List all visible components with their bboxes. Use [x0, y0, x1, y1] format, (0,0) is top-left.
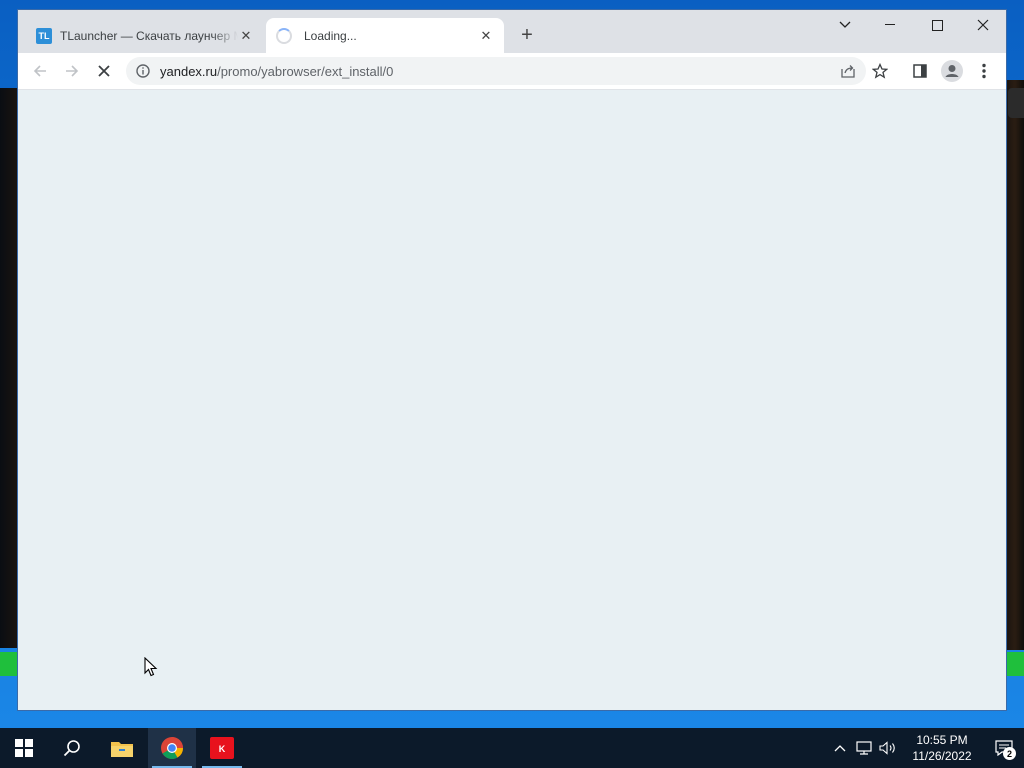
arrow-right-icon[interactable] [58, 57, 86, 85]
close-tab-icon[interactable]: ✕ [478, 28, 494, 44]
tab-title: Loading... [304, 28, 357, 43]
side-panel-icon[interactable] [906, 57, 934, 85]
profile-icon[interactable] [938, 57, 966, 85]
kebab-menu-icon[interactable] [970, 57, 998, 85]
share-icon[interactable] [834, 57, 862, 85]
address-bar[interactable]: yandex.ru/promo/yabrowser/ext_install/0 [126, 57, 866, 85]
wallpaper-right-edge [1006, 80, 1024, 650]
info-icon[interactable] [134, 62, 152, 80]
tab-tlauncher[interactable]: TL TLauncher — Скачать лаунчер Майнкрафт… [26, 18, 264, 53]
network-icon[interactable] [852, 728, 876, 768]
file-explorer-icon[interactable] [98, 728, 146, 768]
taskbar: K 10:55 PM 11/26/2022 2 [0, 728, 1024, 768]
loading-spinner-icon [276, 27, 292, 44]
minimize-button[interactable] [868, 10, 914, 40]
browser-toolbar: yandex.ru/promo/yabrowser/ext_install/0 [18, 53, 1006, 90]
browser-window: TL TLauncher — Скачать лаунчер Майнкрафт… [18, 10, 1006, 710]
svg-text:K: K [219, 744, 226, 754]
tab-search-chevron-icon[interactable] [822, 10, 868, 40]
star-icon[interactable] [866, 57, 894, 85]
wallpaper-left-edge [0, 88, 18, 648]
url-path: /promo/yabrowser/ext_install/0 [217, 63, 394, 79]
tab-loading[interactable]: Loading... ✕ [266, 18, 504, 53]
new-tab-button[interactable]: + [516, 24, 538, 46]
mouse-cursor-icon [144, 657, 158, 677]
notification-center-icon[interactable]: 2 [984, 728, 1024, 768]
volume-icon[interactable] [876, 728, 900, 768]
background-app-green-bar-left [0, 652, 18, 676]
system-tray: 10:55 PM 11/26/2022 2 [828, 728, 1024, 768]
search-icon[interactable] [48, 728, 96, 768]
url-text: yandex.ru/promo/yabrowser/ext_install/0 [160, 64, 393, 79]
page-content-loading [18, 90, 1006, 710]
windows-start-icon[interactable] [0, 728, 48, 768]
clock[interactable]: 10:55 PM 11/26/2022 [906, 732, 978, 764]
stop-loading-close-icon[interactable] [90, 57, 118, 85]
kaspersky-icon[interactable]: K [198, 728, 246, 768]
close-tab-icon[interactable]: ✕ [238, 28, 254, 44]
window-controls [822, 10, 1006, 40]
tab-strip: TL TLauncher — Скачать лаунчер Майнкрафт… [18, 10, 1006, 53]
clock-date: 11/26/2022 [912, 749, 972, 763]
arrow-left-icon[interactable] [26, 57, 54, 85]
close-window-button[interactable] [960, 10, 1006, 40]
background-app-green-bar-right [1006, 652, 1024, 676]
clock-time: 10:55 PM [916, 733, 968, 747]
tlauncher-favicon-icon: TL [36, 27, 52, 44]
chevron-up-icon[interactable] [828, 728, 852, 768]
background-window-edge [1008, 88, 1024, 118]
maximize-button[interactable] [914, 10, 960, 40]
notification-count-badge: 2 [1003, 747, 1016, 760]
chrome-taskbar-icon[interactable] [148, 728, 196, 768]
url-host: yandex.ru [160, 63, 218, 79]
tab-title: TLauncher — Скачать лаунчер Майнкрафт [60, 28, 238, 43]
